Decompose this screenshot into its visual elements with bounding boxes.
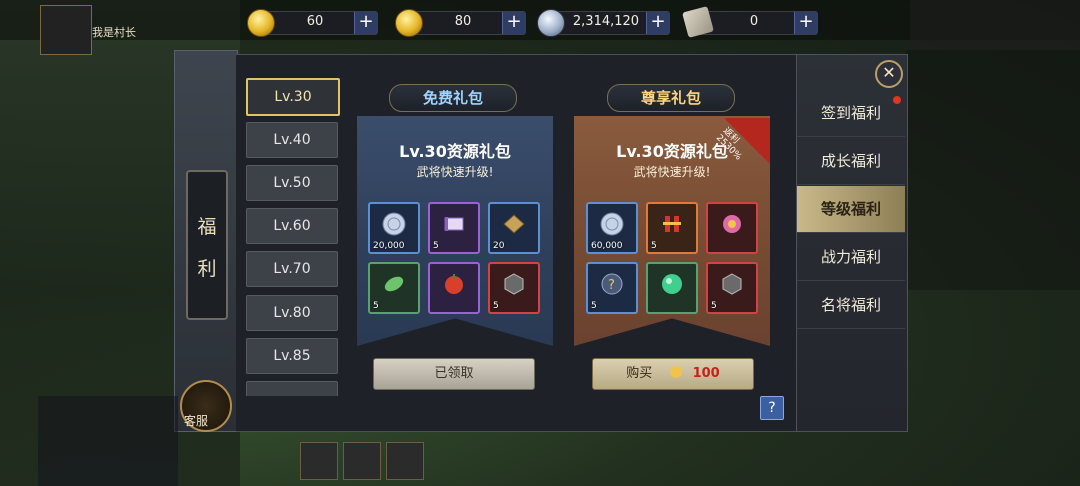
free-item-scroll[interactable]: 5 — [428, 202, 480, 254]
nav-general[interactable]: 名将福利 — [797, 282, 905, 329]
nav-power[interactable]: 战力福利 — [797, 234, 905, 281]
add-ingot-button[interactable]: + — [502, 12, 525, 34]
firecracker-icon — [663, 216, 681, 232]
avatar[interactable] — [40, 5, 92, 55]
tab-welfare[interactable]: 福 利 — [186, 170, 228, 320]
gold-ingot-icon — [670, 366, 683, 378]
silver-coin-icon — [600, 212, 624, 236]
ornament-icon — [722, 273, 742, 295]
buy-label: 购买 — [626, 366, 653, 381]
nav-signin[interactable]: 签到福利 — [797, 90, 905, 137]
level-tab-30[interactable]: Lv.30 — [246, 78, 340, 116]
resource-scroll: 0 + — [682, 6, 818, 38]
level-list[interactable]: Lv.30 Lv.40 Lv.50 Lv.60 Lv.70 Lv.80 Lv.8… — [244, 74, 340, 396]
free-item-silver[interactable]: 20,000 — [368, 202, 420, 254]
board-icon — [503, 214, 525, 234]
resource-ingot: 80 + — [395, 9, 526, 37]
resource-gold: 60 + — [247, 9, 378, 37]
vip-pack-header: 尊享礼包 — [607, 84, 735, 112]
vip-item-silver[interactable]: 60,000 — [586, 202, 638, 254]
buy-price: 100 — [692, 366, 720, 381]
vip-item-ornament[interactable]: 5 — [706, 262, 758, 314]
silver-coin-icon — [537, 9, 565, 37]
player-name: 我是村长 — [92, 26, 136, 39]
level-tab-50[interactable]: Lv.50 — [246, 165, 338, 201]
level-tab-40[interactable]: Lv.40 — [246, 122, 338, 158]
level-tab-85[interactable]: Lv.85 — [246, 338, 338, 374]
scroll-icon — [682, 6, 714, 38]
nav-level[interactable]: 等级福利 — [797, 186, 905, 233]
resource-silver: 2,314,120 + — [537, 9, 670, 37]
mystery-icon: ? — [601, 273, 623, 295]
free-item-leaf[interactable]: 5 — [368, 262, 420, 314]
buy-button[interactable]: 购买 100 — [592, 358, 754, 390]
level-tab-70[interactable]: Lv.70 — [246, 251, 338, 287]
free-pack-header: 免费礼包 — [389, 84, 517, 112]
gift-icon — [723, 215, 741, 233]
ornament-icon — [504, 273, 524, 295]
silver-coin-icon — [382, 212, 406, 236]
add-silver-button[interactable]: + — [646, 12, 669, 34]
vip-item-firecracker[interactable]: 5 — [646, 202, 698, 254]
map-info — [910, 0, 1080, 50]
fruit-icon — [445, 274, 463, 294]
level-tab-80[interactable]: Lv.80 — [246, 295, 338, 331]
close-icon[interactable]: ✕ — [875, 60, 903, 88]
level-tab-next[interactable] — [246, 381, 338, 396]
add-scroll-button[interactable]: + — [794, 12, 817, 34]
add-gold-button[interactable]: + — [354, 12, 377, 34]
claimed-button[interactable]: 已领取 — [373, 358, 535, 390]
help-icon[interactable]: ? — [760, 396, 784, 420]
level-tab-60[interactable]: Lv.60 — [246, 208, 338, 244]
vip-item-gift[interactable] — [706, 202, 758, 254]
gold-coin-icon — [247, 9, 275, 37]
customer-service-label: 客服 — [184, 414, 209, 428]
free-item-fruit[interactable] — [428, 262, 480, 314]
team-icon[interactable] — [343, 442, 381, 480]
quest-list — [906, 50, 1080, 290]
nav-growth[interactable]: 成长福利 — [797, 138, 905, 185]
vip-item-mystery[interactable]: ? 5 — [586, 262, 638, 314]
orb-icon — [662, 274, 682, 294]
free-pack-title: Lv.30资源礼包 — [399, 142, 511, 161]
scroll-icon — [444, 217, 464, 231]
free-item-board[interactable]: 20 — [488, 202, 540, 254]
svg-text:?: ? — [608, 278, 615, 293]
vip-item-orb[interactable] — [646, 262, 698, 314]
chat-box[interactable] — [38, 396, 178, 486]
gold-ingot-icon — [395, 9, 423, 37]
free-item-ornament[interactable]: 5 — [488, 262, 540, 314]
friends-icon[interactable] — [300, 442, 338, 480]
free-pack-subtitle: 武将快速升级! — [416, 165, 494, 179]
leaf-icon — [384, 276, 404, 292]
notification-dot — [893, 96, 901, 104]
family-icon[interactable] — [386, 442, 424, 480]
